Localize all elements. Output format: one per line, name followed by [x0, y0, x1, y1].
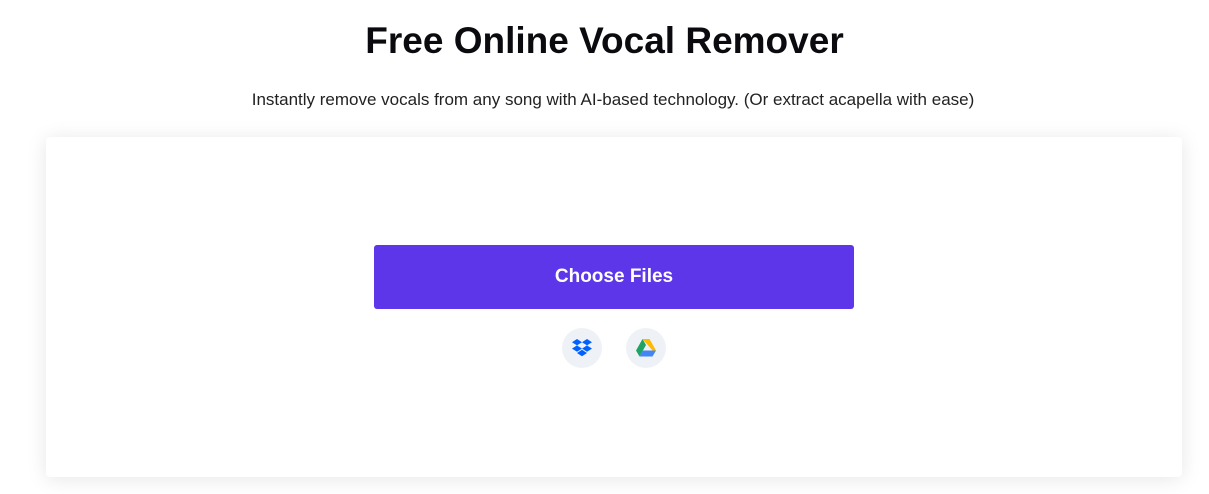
dropbox-button[interactable]	[562, 328, 602, 368]
page-subtitle: Instantly remove vocals from any song wi…	[251, 90, 975, 109]
page-title: Free Online Vocal Remover	[365, 20, 844, 61]
upload-card: Choose Files	[46, 137, 1182, 477]
choose-files-button[interactable]: Choose Files	[374, 245, 854, 309]
google-drive-button[interactable]	[626, 328, 666, 368]
dropbox-icon	[572, 339, 592, 357]
google-drive-icon	[636, 339, 656, 357]
